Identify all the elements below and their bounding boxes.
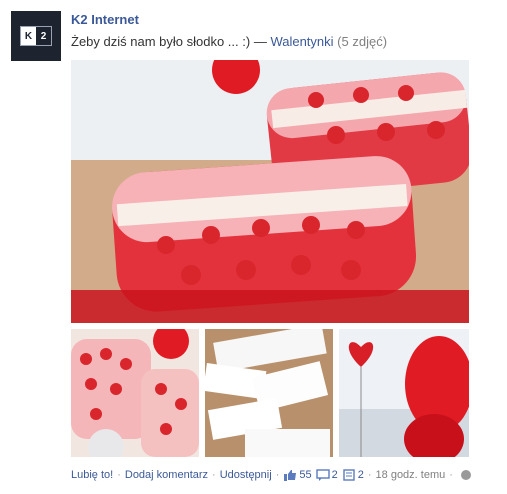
- shares-count[interactable]: 2: [358, 469, 364, 481]
- post-text: Żeby dziś nam było słodko ... :): [71, 34, 251, 49]
- like-link[interactable]: Lubię to!: [71, 469, 113, 481]
- separator-dot: ·: [275, 469, 280, 481]
- share-link[interactable]: Udostępnij: [220, 469, 272, 481]
- album-link[interactable]: Walentynki: [270, 34, 333, 49]
- globe-icon[interactable]: [460, 470, 471, 480]
- share-icon[interactable]: [342, 469, 356, 481]
- message-separator: —: [253, 34, 267, 49]
- thumb-photo-1[interactable]: [71, 329, 199, 457]
- separator-dot: ·: [212, 469, 216, 481]
- separator-dot: ·: [449, 469, 453, 481]
- thumbs-up-icon[interactable]: [283, 469, 297, 481]
- comments-count[interactable]: 2: [332, 469, 338, 481]
- post-message: Żeby dziś nam było słodko ... :) — Walen…: [71, 34, 387, 49]
- likes-count[interactable]: 55: [299, 469, 311, 481]
- post-timestamp[interactable]: 18 godz. temu: [376, 469, 446, 481]
- comment-link[interactable]: Dodaj komentarz: [125, 469, 208, 481]
- page-avatar[interactable]: K 2: [11, 11, 61, 61]
- logo-digit-2: 2: [36, 27, 51, 45]
- logo-letter-k: K: [21, 27, 36, 45]
- k2-logo: K 2: [20, 26, 52, 46]
- separator-dot: ·: [367, 469, 372, 481]
- page-name-link[interactable]: K2 Internet: [71, 12, 139, 27]
- post-actions-bar: Lubię to! · Dodaj komentarz · Udostępnij…: [71, 469, 471, 481]
- comment-icon[interactable]: [315, 469, 330, 481]
- photo-count: (5 zdjęć): [337, 34, 388, 49]
- thumb-photo-3[interactable]: [339, 329, 469, 457]
- separator-dot: ·: [117, 469, 121, 481]
- main-photo[interactable]: [71, 60, 469, 323]
- thumb-photo-2[interactable]: [205, 329, 333, 457]
